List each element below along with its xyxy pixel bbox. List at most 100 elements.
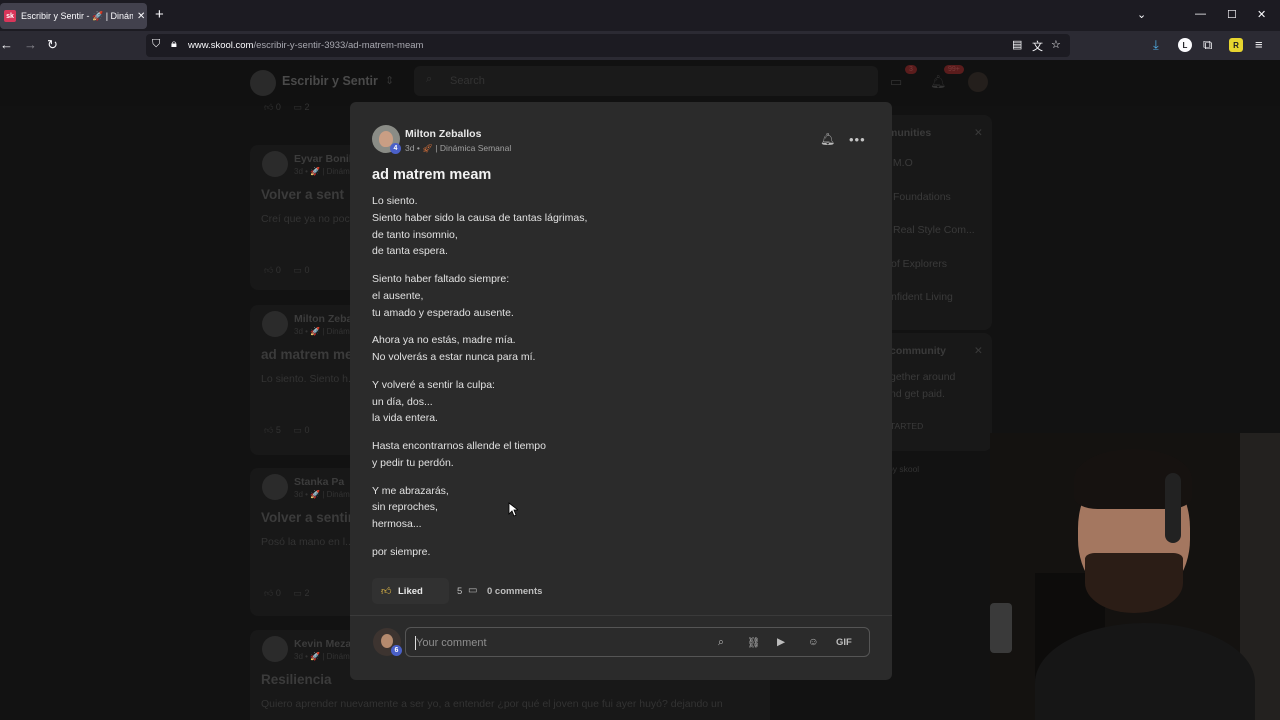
poem-stanza: Ahora ya no estás, madre mía. No volverás… [372, 332, 852, 366]
poem-stanza: Y me abrazarás, sin reproches, hermosa... [372, 483, 852, 533]
thumbs-up-icon: 👍︎ [381, 586, 392, 597]
post-meta: 3d • 🚀 | Dinám [294, 652, 350, 661]
post-author: Stanka Pa [294, 476, 345, 488]
post-category: | Dinámica Semanal [435, 143, 512, 153]
chat-icon[interactable]: ▭ [890, 74, 902, 90]
close-window-icon[interactable]: ✕ [1257, 8, 1266, 21]
link-icon[interactable]: ⛓︎ [747, 636, 760, 649]
promo-panel: community ✕ gether around nd get paid. T… [878, 333, 992, 451]
bell-icon[interactable]: 🔔︎ [930, 74, 947, 90]
avatar [262, 474, 288, 500]
community-item[interactable]: of Explorers [891, 258, 947, 270]
skool-favicon-icon: sk [4, 10, 16, 22]
comments-count[interactable]: 0 comments [487, 586, 542, 597]
close-icon[interactable]: ✕ [974, 345, 983, 357]
tab-title: Escribir y Sentir - 🚀 | Dinámica [21, 10, 133, 21]
liked-label: Liked [398, 586, 423, 597]
close-icon[interactable]: ✕ [974, 127, 983, 139]
menu-hamburger-icon[interactable]: ≡ [1255, 37, 1263, 53]
commenter-level-badge: 6 [391, 645, 402, 656]
avatar [262, 311, 288, 337]
extension-l-icon[interactable]: L [1178, 38, 1192, 52]
community-item[interactable]: .M.O [890, 157, 913, 169]
extension-r-icon[interactable]: R [1229, 38, 1243, 52]
community-item[interactable]: Foundations [893, 191, 951, 203]
tab-list-chevron-icon[interactable]: ⌄ [1137, 8, 1146, 21]
post-stats: 👍︎ 5 ▭ 0 [264, 425, 310, 435]
poem-line: sin reproches, [372, 501, 438, 514]
poem-line: un día, dos... [372, 395, 433, 408]
like-count[interactable]: 5 [457, 586, 462, 597]
more-options-icon[interactable]: ••• [849, 132, 866, 147]
post-title: ad matrem meam [372, 167, 492, 183]
divider [350, 615, 892, 616]
group-switch-icon[interactable]: ⇕ [385, 74, 394, 87]
communities-panel: munities ✕ .M.O Foundations Real Style C… [878, 115, 992, 330]
video-icon[interactable]: ▶ [777, 636, 785, 648]
community-item[interactable]: nfident Living [891, 291, 953, 303]
post-title: Resiliencia [261, 672, 332, 687]
browser-tab-bar: sk Escribir y Sentir - 🚀 | Dinámica ✕ + … [0, 0, 1280, 31]
group-logo[interactable] [250, 70, 276, 96]
bookmark-star-icon[interactable]: ☆ [1051, 38, 1061, 51]
search-placeholder: Search [450, 75, 485, 87]
download-icon[interactable]: ⤓ [1153, 37, 1159, 53]
extensions-puzzle-icon[interactable]: ⧉ [1203, 37, 1212, 53]
post-body: Lo siento. Siento haber sido la causa de … [372, 193, 852, 572]
promo-cta[interactable]: TARTED [890, 421, 923, 431]
bell-icon[interactable]: 🔔︎ [820, 132, 835, 146]
mouse-cursor-icon [508, 502, 518, 517]
minimize-icon[interactable]: — [1195, 8, 1206, 20]
url-bar[interactable]: ⛉ 🔒︎ www.skool.com/escribir-y-sentir-393… [146, 34, 1070, 57]
close-tab-icon[interactable]: ✕ [137, 11, 145, 22]
browser-nav-bar: ← → ↻ ⛉ 🔒︎ www.skool.com/escribir-y-sent… [0, 31, 1280, 60]
microphone [990, 603, 1012, 653]
new-tab-icon[interactable]: + [155, 7, 164, 22]
attachment-icon[interactable]: ⌕ [718, 636, 724, 649]
lock-icon[interactable]: 🔒︎ [171, 38, 177, 51]
browser-tab[interactable]: sk Escribir y Sentir - 🚀 | Dinámica ✕ [0, 3, 147, 29]
poem-line: el ausente, [372, 289, 424, 302]
emoji-icon[interactable]: ☺ [808, 636, 819, 648]
post-excerpt: Quiero aprender nuevamente a ser yo, a e… [261, 698, 723, 710]
reload-icon[interactable]: ↻ [47, 37, 58, 53]
post-author[interactable]: Milton Zeballos [405, 128, 481, 140]
post-modal: 4 Milton Zeballos 3d • 🚀︎ | Dinámica Sem… [350, 102, 892, 680]
poem-line: No volverás a estar nunca para mí. [372, 351, 536, 363]
forward-icon[interactable]: → [24, 37, 37, 53]
maximize-icon[interactable]: ☐ [1227, 8, 1237, 21]
post-author: Milton Zeba [294, 313, 353, 325]
comment-input[interactable]: Your comment ⌕ ⛓︎ ▶ ☺ GIF [405, 627, 870, 657]
post-title: Volver a sent [261, 187, 345, 202]
search-bar[interactable]: ⌕ Search [414, 66, 878, 96]
avatar [262, 636, 288, 662]
gif-button[interactable]: GIF [836, 637, 852, 648]
promo-text: gether around [890, 371, 956, 383]
poem-stanza: Lo siento. Siento haber sido la causa de … [372, 193, 852, 260]
avatar [262, 151, 288, 177]
panel-title: community [890, 345, 947, 357]
group-name[interactable]: Escribir y Sentir [282, 74, 378, 88]
search-icon: ⌕ [426, 73, 433, 85]
poem-line: y pedir tu perdón. [372, 456, 454, 469]
like-button[interactable]: 👍︎ Liked 5 [372, 578, 462, 604]
promo-text: nd get paid. [890, 388, 945, 400]
comment-icon[interactable]: ▭ [468, 585, 477, 596]
post-author: Kevin Meza [294, 638, 352, 650]
poem-line: Siento haber sido la causa de tantas lág… [372, 211, 588, 224]
back-icon[interactable]: ← [0, 37, 13, 53]
poem-line: de tanto insomnio, [372, 228, 458, 241]
post-title: Volver a sentir [261, 510, 354, 525]
shield-icon[interactable]: ⛉ [152, 38, 160, 51]
post-stats: 👍︎ 0 ▭ 2 [264, 588, 310, 598]
translate-icon[interactable]: 文 [1032, 38, 1043, 54]
reader-view-icon[interactable]: ▤ [1012, 38, 1022, 51]
post-author: Eyvar Bonill [294, 153, 355, 165]
post-stats: 👍︎ 0 ▭ 0 [264, 265, 310, 275]
poem-line: hermosa... [372, 518, 422, 530]
community-item[interactable]: Real Style Com... [893, 224, 975, 236]
poem-line: Lo siento. [372, 195, 418, 207]
user-avatar[interactable] [968, 72, 988, 92]
top-post-stats: 👍︎ 0 ▭ 2 [264, 102, 310, 112]
poem-line: Siento haber faltado siempre: [372, 273, 510, 285]
